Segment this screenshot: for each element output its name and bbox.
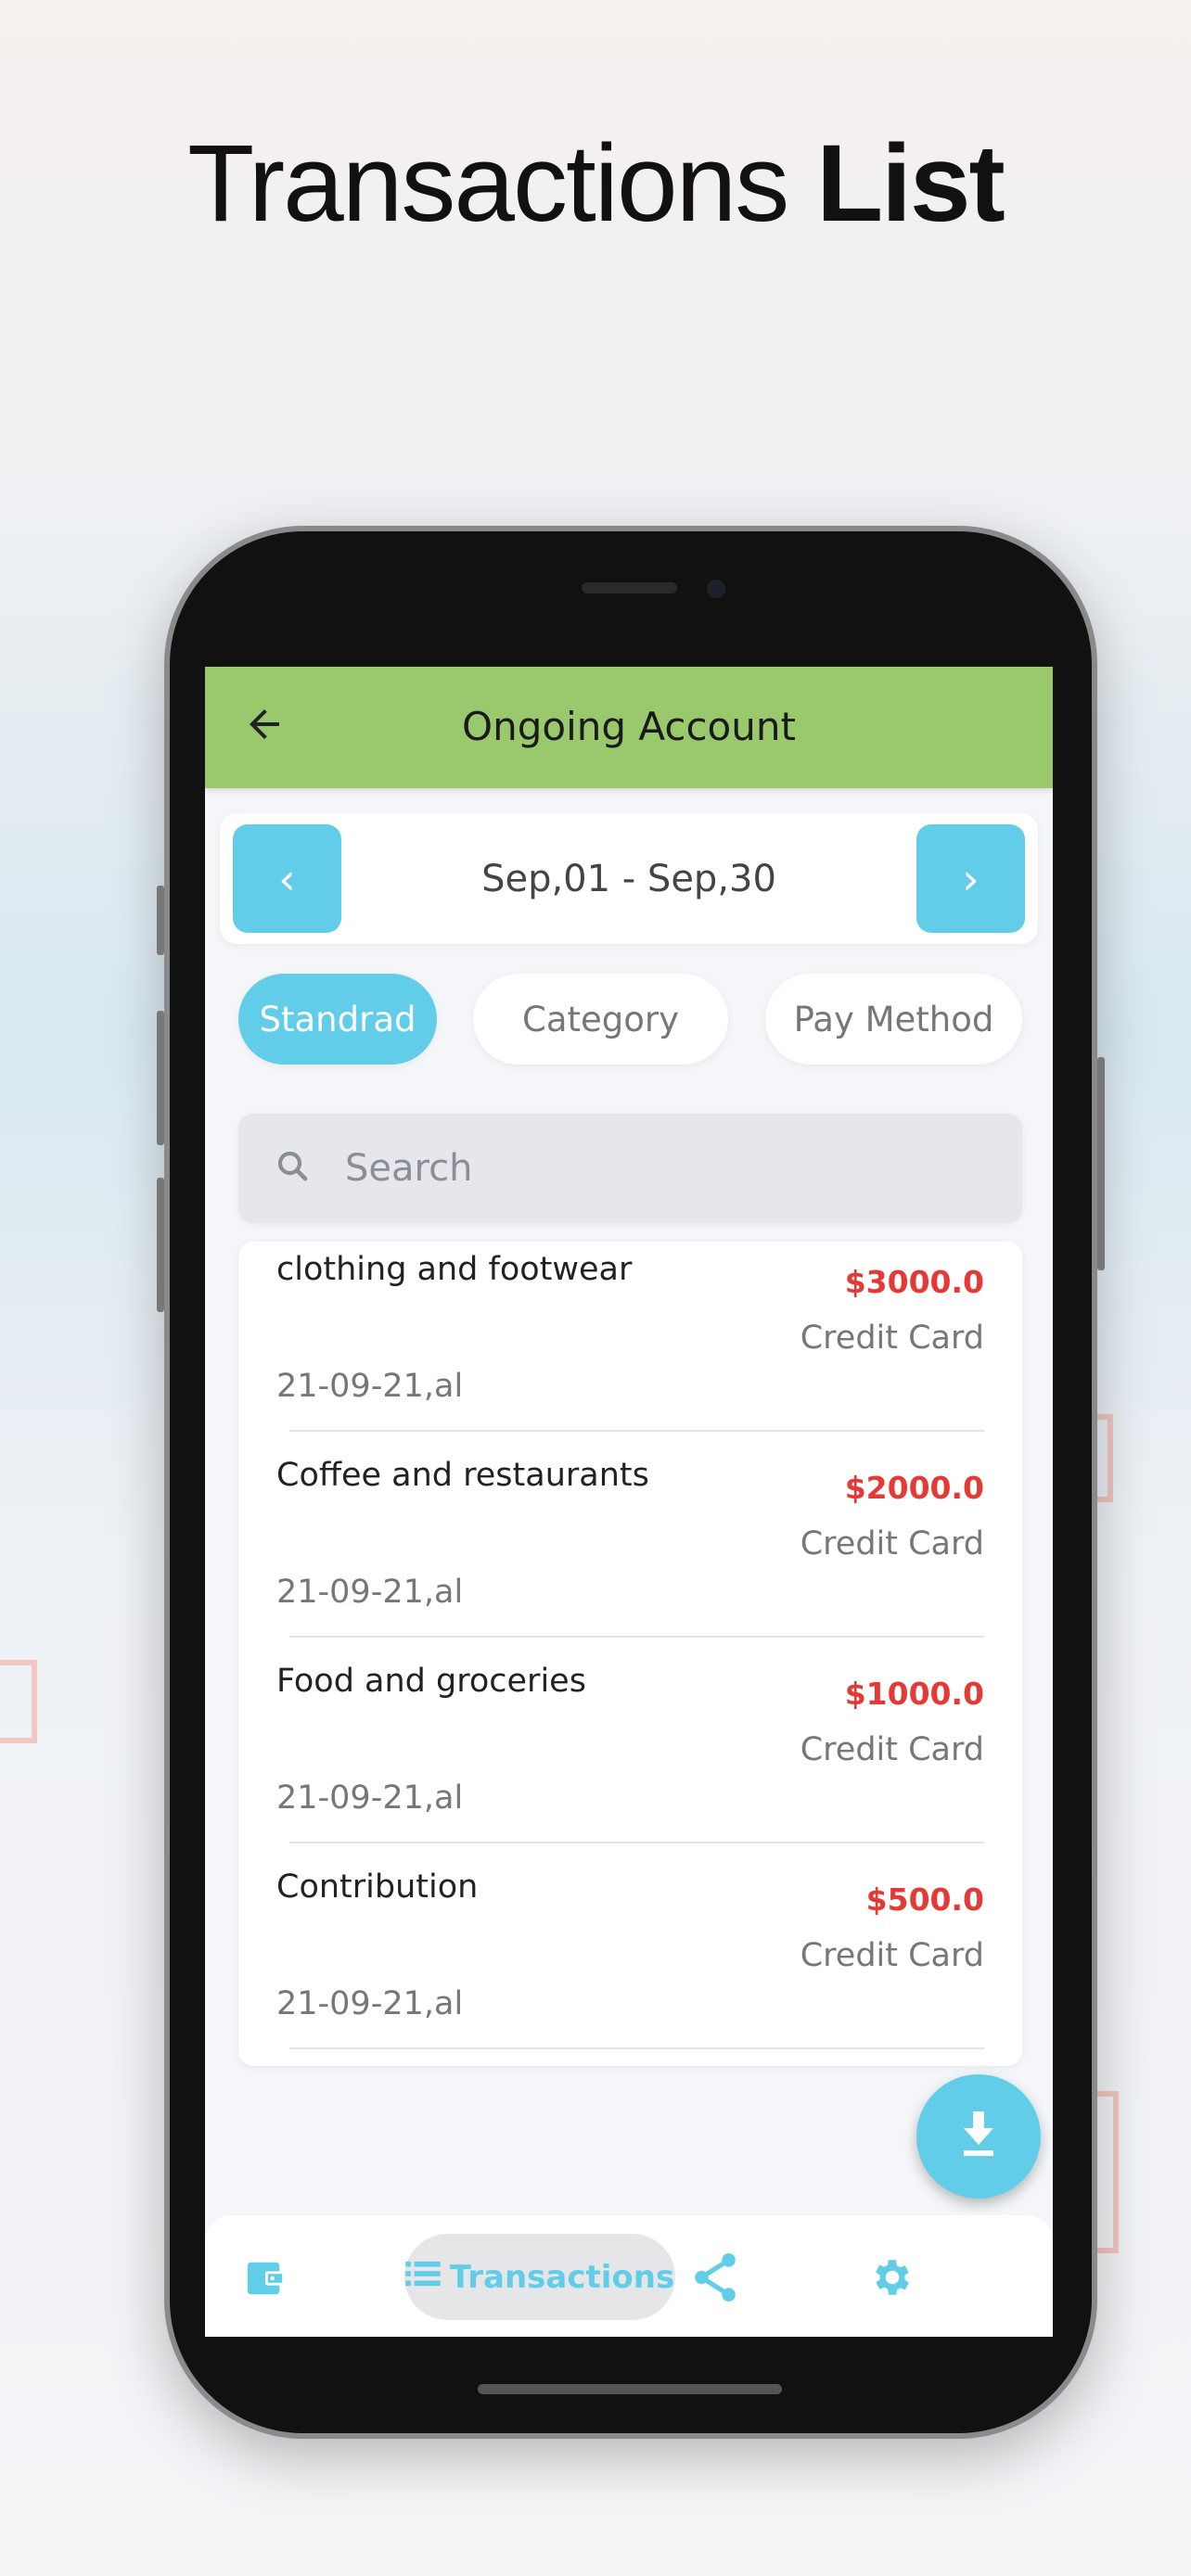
bottom-navigation: Transactions xyxy=(205,2215,1053,2337)
list-item[interactable]: Contribution $500.0 Credit Card 21-09-21… xyxy=(238,1859,1022,2065)
transaction-name: Food and groceries xyxy=(276,1663,586,1700)
list-item[interactable]: Food and groceries $1000.0 Credit Card 2… xyxy=(238,1653,1022,1859)
download-button[interactable] xyxy=(916,2074,1041,2199)
nav-transactions-label: Transactions xyxy=(449,2258,675,2296)
hero-title: Transactions List xyxy=(0,121,1191,247)
transaction-date: 21-09-21,al xyxy=(276,1368,464,1405)
gear-icon[interactable] xyxy=(869,2254,916,2304)
home-indicator[interactable] xyxy=(478,2384,782,2394)
hero-title-bold: List xyxy=(816,122,1005,245)
speaker xyxy=(582,582,677,593)
app-screen: Ongoing Account ‹ Sep,01 - Sep,30 › Stan… xyxy=(205,667,1053,2337)
divider xyxy=(289,2047,984,2049)
transaction-name: Coffee and restaurants xyxy=(276,1457,649,1494)
search-icon xyxy=(274,1147,313,1190)
next-period-button[interactable]: › xyxy=(916,824,1025,933)
transaction-amount: $500.0 xyxy=(865,1881,984,1918)
chevron-right-icon: › xyxy=(962,853,980,904)
transaction-amount: $2000.0 xyxy=(844,1470,984,1506)
payment-method: Credit Card xyxy=(800,1937,984,1974)
filter-standard[interactable]: Standrad xyxy=(238,974,437,1065)
share-icon[interactable] xyxy=(692,2252,738,2306)
date-range-card: ‹ Sep,01 - Sep,30 › xyxy=(220,813,1038,944)
decoration xyxy=(0,1660,37,1743)
filter-category[interactable]: Category xyxy=(473,974,728,1065)
transaction-date: 21-09-21,al xyxy=(276,1779,464,1817)
page-title: Ongoing Account xyxy=(462,704,796,749)
payment-method: Credit Card xyxy=(800,1731,984,1768)
list-item[interactable]: clothing and footwear $3000.0 Credit Car… xyxy=(238,1242,1022,1447)
phone-button xyxy=(157,1011,164,1145)
list-item[interactable]: Coffee and restaurants $2000.0 Credit Ca… xyxy=(238,1447,1022,1653)
phone-button xyxy=(1097,1057,1105,1270)
wallet-icon[interactable] xyxy=(244,2257,287,2303)
date-range-label: Sep,01 - Sep,30 xyxy=(481,858,776,900)
search-input[interactable]: Search xyxy=(238,1114,1022,1223)
phone-button xyxy=(157,1178,164,1312)
app-header: Ongoing Account xyxy=(205,667,1053,788)
search-placeholder: Search xyxy=(345,1147,473,1190)
transaction-date: 21-09-21,al xyxy=(276,1574,464,1611)
filter-pay-method[interactable]: Pay Method xyxy=(765,974,1022,1065)
payment-method: Credit Card xyxy=(800,1525,984,1562)
transaction-amount: $3000.0 xyxy=(844,1264,984,1300)
transaction-list: clothing and footwear $3000.0 Credit Car… xyxy=(238,1242,1022,2066)
transaction-name: clothing and footwear xyxy=(276,1251,633,1288)
payment-method: Credit Card xyxy=(800,1320,984,1357)
transaction-date: 21-09-21,al xyxy=(276,1985,464,2022)
nav-transactions-tab[interactable]: Transactions xyxy=(404,2234,675,2320)
download-icon xyxy=(958,2111,999,2162)
list-icon xyxy=(405,2259,441,2296)
divider xyxy=(289,1842,984,1843)
divider xyxy=(289,1430,984,1432)
transaction-name: Contribution xyxy=(276,1868,479,1906)
hero-title-regular: Transactions xyxy=(187,122,789,245)
camera xyxy=(707,580,725,598)
divider xyxy=(289,1636,984,1638)
phone-button xyxy=(157,886,164,955)
transaction-amount: $1000.0 xyxy=(844,1676,984,1712)
